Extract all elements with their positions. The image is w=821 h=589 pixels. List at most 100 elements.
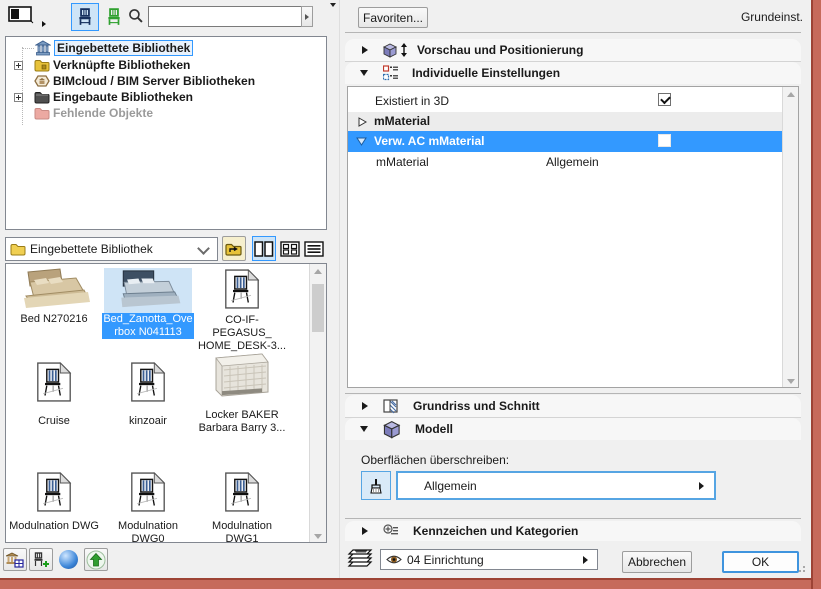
updown-arrow-icon <box>401 43 407 57</box>
settings-scrollbar[interactable] <box>782 87 798 387</box>
tree-item-label: Eingebaute Bibliotheken <box>53 90 194 104</box>
bed-thumbnail <box>110 269 186 309</box>
setting-value: Allgemein <box>546 155 599 169</box>
expanded-arrow-icon <box>360 70 368 76</box>
library-manager-button[interactable] <box>3 548 27 571</box>
surface-paint-button[interactable] <box>361 471 391 500</box>
section-header-preview[interactable]: Vorschau und Positionierung <box>345 39 801 61</box>
custom-settings-icon <box>383 65 399 81</box>
pane-collapse-icon[interactable] <box>330 3 336 7</box>
tree-item-label: Verknüpfte Bibliotheken <box>53 58 191 72</box>
section-header-tags-categories[interactable]: Kennzeichen und Kategorien <box>345 521 801 541</box>
pane-divider <box>339 0 340 578</box>
tree-item-label: Fehlende Objekte <box>53 106 154 120</box>
plan-hatch-icon <box>383 398 399 414</box>
scroll-up-icon[interactable] <box>314 269 322 274</box>
new-object-button[interactable] <box>103 6 125 28</box>
object-item-cruise[interactable]: Cruise <box>8 360 100 428</box>
panel-layout-arrow-icon[interactable] <box>42 21 46 27</box>
tree-item-linked-libraries[interactable]: Verknüpfte Bibliotheken <box>34 57 190 73</box>
view-small-icons-button[interactable] <box>278 236 302 261</box>
favorites-button[interactable]: Favoriten... <box>358 7 428 28</box>
chair-plus-icon <box>32 552 50 568</box>
layer-dropdown[interactable]: 04 Einrichtung <box>380 549 598 570</box>
up-one-level-button[interactable] <box>222 236 246 261</box>
scroll-up-icon[interactable] <box>786 92 795 97</box>
panel-layout-button[interactable] <box>8 5 38 27</box>
missing-folder-icon <box>34 105 50 121</box>
chair-document-icon <box>224 267 260 311</box>
divider <box>345 393 801 394</box>
scroll-down-icon[interactable] <box>314 534 322 539</box>
view-large-icons-button[interactable] <box>252 236 276 261</box>
collapsed-outline-arrow-icon <box>358 117 367 127</box>
library-folder-icon <box>34 57 50 73</box>
scrollbar-thumb[interactable] <box>312 284 324 332</box>
builtin-library-icon <box>34 89 50 105</box>
object-item-bed-zanotta-selected[interactable]: Bed_Zanotta_Ove rbox N041113 <box>102 268 194 339</box>
expand-plus-icon[interactable] <box>14 93 23 102</box>
chair-document-icon <box>130 360 166 404</box>
tree-item-missing-objects[interactable]: Fehlende Objekte <box>34 105 153 121</box>
favorites-label: Favoriten... <box>362 10 424 25</box>
selected-thumbnail-bg <box>104 268 192 313</box>
exists-in-3d-checkbox[interactable] <box>658 93 671 106</box>
setting-row-mmaterial-value[interactable]: mMaterial Allgemein <box>348 152 782 172</box>
add-object-button[interactable] <box>29 548 53 571</box>
tree-item-builtin-libraries[interactable]: Eingebaute Bibliotheken <box>34 89 193 105</box>
section-header-model[interactable]: Modell <box>345 418 801 440</box>
upload-object-button[interactable] <box>84 548 108 571</box>
web-objects-button[interactable] <box>56 548 80 571</box>
object-item-modulnation-dwg0[interactable]: Modulnation DWG0 <box>102 470 194 542</box>
object-mode-button[interactable] <box>71 3 99 31</box>
upload-arrow-icon <box>86 550 106 570</box>
surface-override-label: Oberflächen überschreiben: <box>361 453 510 467</box>
section-title: Grundriss und Schnitt <box>413 399 540 413</box>
model-cube-icon <box>382 419 404 439</box>
folder-icon <box>10 241 26 257</box>
section-header-custom-settings[interactable]: Individuelle Einstellungen <box>345 62 801 84</box>
object-item-pegasus-desk[interactable]: CO-IF-PEGASUS_ HOME_DESK-3... <box>196 264 288 353</box>
thumbnail-scrollbar[interactable] <box>309 264 326 542</box>
cancel-button[interactable]: Abbrechen <box>622 551 692 573</box>
object-item-bed-n270216[interactable]: Bed N270216 <box>8 268 100 326</box>
section-title: Modell <box>415 422 453 436</box>
scroll-down-zone[interactable] <box>310 529 326 539</box>
ok-button[interactable]: OK <box>722 551 799 573</box>
small-icons-icon <box>280 241 300 257</box>
menu-arrow-icon <box>699 481 704 490</box>
object-item-modulnation-dwg[interactable]: Modulnation DWG <box>8 470 100 533</box>
tags-categories-icon <box>383 523 399 539</box>
tree-item-bimcloud[interactable]: BIMcloud / BIM Server Bibliotheken <box>34 73 255 89</box>
right-arrow-icon <box>305 13 309 20</box>
verw-ac-mmaterial-checkbox[interactable] <box>658 134 671 147</box>
search-options-button[interactable] <box>301 6 313 27</box>
expanded-arrow-icon <box>360 426 368 432</box>
window-frame-bottom <box>0 578 811 589</box>
panel-layout-icon <box>8 5 34 25</box>
cube-positioning-icon <box>382 42 400 58</box>
object-item-modulnation-dwg1[interactable]: Modulnation DWG1 <box>196 470 288 542</box>
tree-item-embedded-library[interactable]: Eingebettete Bibliothek <box>22 40 194 56</box>
large-icons-icon <box>254 241 274 257</box>
surface-dropdown[interactable]: Allgemein <box>396 471 716 500</box>
setting-row-verw-ac-mmaterial-selected[interactable]: Verw. AC mMaterial <box>348 131 782 152</box>
search-input[interactable] <box>148 6 306 27</box>
defaults-label: Grundeinst. <box>740 10 803 24</box>
setting-row-exists-in-3d[interactable]: Existiert in 3D <box>348 91 782 112</box>
library-tree-panel: Eingebettete Bibliothek Verknüpfte Bibli… <box>5 36 327 230</box>
section-header-plan-section[interactable]: Grundriss und Schnitt <box>345 395 801 417</box>
collapsed-arrow-icon <box>362 402 368 410</box>
scroll-down-icon[interactable] <box>786 379 795 384</box>
scroll-down-zone[interactable] <box>783 374 798 384</box>
library-manager-icon <box>6 552 24 568</box>
view-list-button[interactable] <box>302 236 326 261</box>
search-icon <box>128 8 143 26</box>
green-chair-icon <box>105 8 123 26</box>
expand-plus-icon[interactable] <box>14 61 23 70</box>
object-item-locker-baker[interactable]: Locker BAKER Barbara Barry 3... <box>196 352 288 435</box>
library-combo[interactable]: Eingebettete Bibliothek <box>5 237 218 261</box>
setting-group-mmaterial[interactable]: mMaterial <box>348 112 782 131</box>
chair-document-icon <box>36 470 72 514</box>
object-item-kinzoair[interactable]: kinzoair <box>102 360 194 428</box>
